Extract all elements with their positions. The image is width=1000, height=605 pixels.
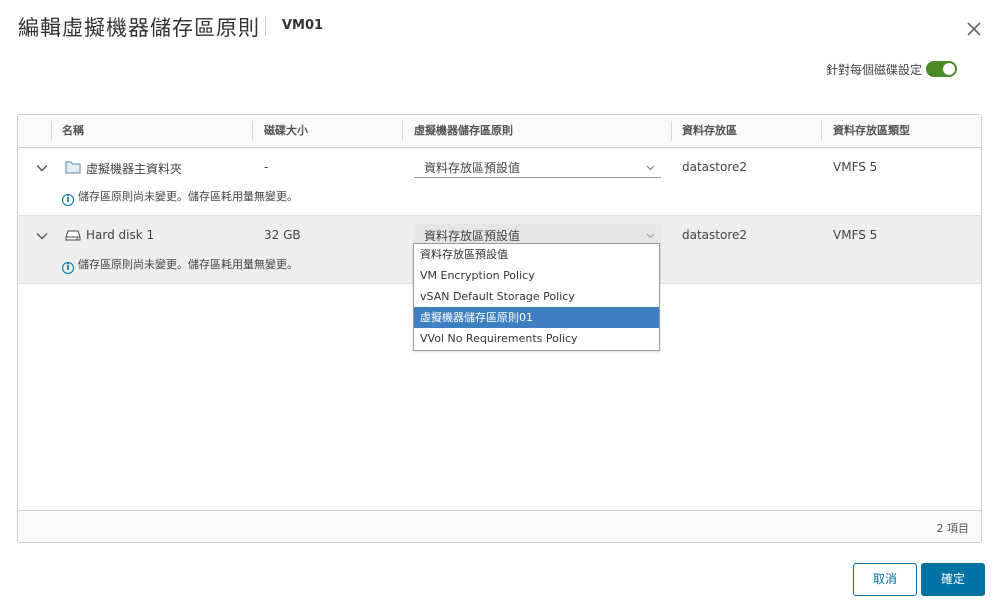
info-icon: i xyxy=(62,194,74,206)
column-separator xyxy=(821,121,822,141)
row-name: 虛擬機器主資料夾 xyxy=(86,162,183,176)
column-header-datastore-type[interactable]: 資料存放區類型 xyxy=(833,115,910,147)
column-separator xyxy=(402,121,403,141)
per-disk-toggle[interactable] xyxy=(926,61,957,77)
chevron-down-icon xyxy=(646,233,655,239)
dropdown-option-selected[interactable]: 虛擬機器儲存區原則01 xyxy=(414,307,659,328)
storage-policy-select[interactable]: 資料存放區預設值 xyxy=(414,156,661,178)
dropdown-option[interactable]: 資料存放區預設值 xyxy=(414,244,659,265)
column-header-disk-size[interactable]: 磁碟大小 xyxy=(264,115,308,147)
title-divider xyxy=(265,16,266,36)
row-disk-size: 32 GB xyxy=(264,228,301,242)
row-datastore: datastore2 xyxy=(682,160,748,174)
row-info-text: 儲存區原則尚未變更。儲存區耗用量無變更。 xyxy=(78,258,298,271)
column-header-storage-policy[interactable]: 虛擬機器儲存區原則 xyxy=(414,115,513,147)
grid-header: 名稱 磁碟大小 虛擬機器儲存區原則 資料存放區 資料存放區類型 xyxy=(18,115,981,148)
column-header-datastore[interactable]: 資料存放區 xyxy=(682,115,737,147)
hard-disk-icon xyxy=(65,230,81,241)
row-disk-size: - xyxy=(264,160,269,174)
column-header-name[interactable]: 名稱 xyxy=(62,115,84,147)
ok-button[interactable]: 確定 xyxy=(921,563,985,596)
chevron-down-icon[interactable] xyxy=(36,230,48,242)
edit-storage-policy-dialog: 編輯虛擬機器儲存區原則 VM01 針對每個磁碟設定 名稱 磁碟大小 虛擬機器儲存… xyxy=(0,0,1000,605)
folder-icon xyxy=(65,161,81,174)
row-name: Hard disk 1 xyxy=(86,228,155,242)
table-row-vm-home: 虛擬機器主資料夾 - 資料存放區預設值 datastore2 VMFS 5 i儲… xyxy=(18,148,981,216)
storage-policy-value: 資料存放區預設值 xyxy=(424,229,521,243)
column-separator xyxy=(671,121,672,141)
close-icon[interactable] xyxy=(965,20,983,38)
row-info-message: i 儲存區原則尚未變更。儲存區耗用量無變更。 xyxy=(62,256,298,274)
info-icon: i xyxy=(62,262,74,274)
vm-name: VM01 xyxy=(282,18,324,33)
grid-footer: 2 項目 xyxy=(18,510,981,542)
column-separator xyxy=(51,121,52,141)
cancel-button[interactable]: 取消 xyxy=(853,563,917,596)
chevron-down-icon[interactable] xyxy=(36,162,48,174)
storage-policy-value: 資料存放區預設值 xyxy=(424,161,521,175)
dropdown-option[interactable]: vSAN Default Storage Policy xyxy=(414,286,659,307)
column-separator xyxy=(252,121,253,141)
per-disk-label: 針對每個磁碟設定 xyxy=(826,63,923,77)
row-info-text: 儲存區原則尚未變更。儲存區耗用量無變更。 xyxy=(78,190,298,203)
toggle-knob xyxy=(943,63,955,75)
row-datastore-type: VMFS 5 xyxy=(833,160,878,174)
row-info-message: i 儲存區原則尚未變更。儲存區耗用量無變更。 xyxy=(62,188,298,206)
item-count: 2 項目 xyxy=(936,522,970,535)
dropdown-option[interactable]: VM Encryption Policy xyxy=(414,265,659,286)
storage-policy-dropdown-list: 資料存放區預設值 VM Encryption Policy vSAN Defau… xyxy=(413,243,660,351)
dialog-title: 編輯虛擬機器儲存區原則 xyxy=(18,16,260,40)
row-datastore: datastore2 xyxy=(682,228,748,242)
chevron-down-icon xyxy=(646,165,655,171)
dropdown-option[interactable]: VVol No Requirements Policy xyxy=(414,328,659,349)
row-datastore-type: VMFS 5 xyxy=(833,228,878,242)
